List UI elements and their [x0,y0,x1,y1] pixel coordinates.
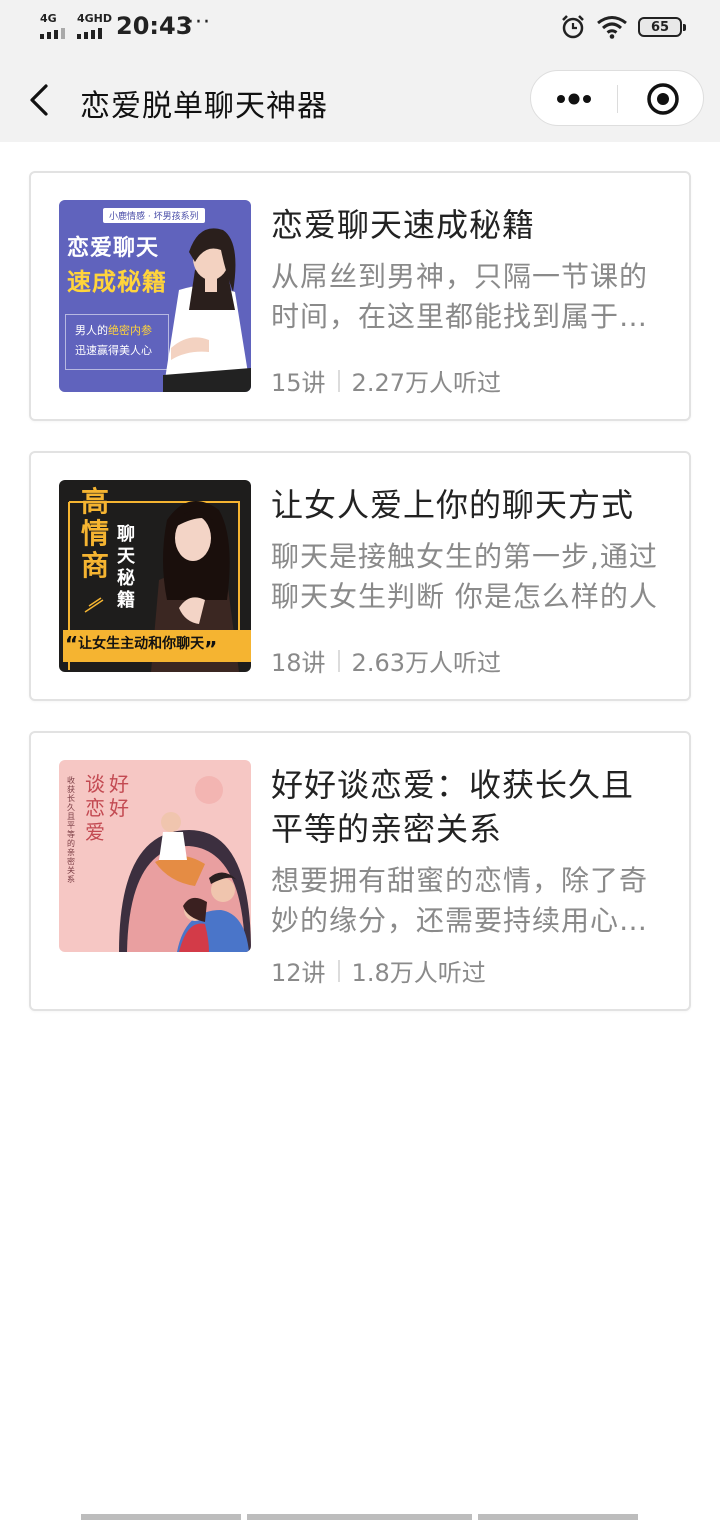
more-dots-icon [557,93,591,105]
nav-bar: 恋爱脱单聊天神器 [0,56,720,142]
cover-banner-label: 让女生主动和你聊天 [78,636,205,652]
course-description: 想要拥有甜蜜的恋情，除了奇妙的缘分，还需要持续用心的经营 [271,864,649,937]
battery-level: 65 [650,19,670,35]
cover-quote-highlight: 绝密内参 [108,324,152,337]
gesture-bar-segment [81,1514,241,1520]
network-type-sim2: 4GHD [77,12,113,25]
cover-side-text: 聊天秘籍 [117,524,135,611]
cover-headline-1: 恋爱聊天 [67,236,160,261]
lesson-count: 15讲 [271,369,326,397]
chevron-left-icon [30,84,48,116]
listener-count: 2.63万人听过 [351,649,501,677]
listener-count: 1.8万人听过 [351,959,486,987]
status-bar: 4G 4GHD 20:43 ··· 65 [0,0,720,56]
lesson-count: 18讲 [271,649,326,677]
gesture-bar-segment [478,1514,638,1520]
course-thumbnail: 好好 谈恋爱 收获长久且平等的亲密关系 [59,760,251,952]
meta-divider [337,959,340,982]
course-card[interactable]: 高情商 聊天秘籍 “让女生主动和你聊天” 让女人爱上你的聊天方式 聊天是接触女生… [29,451,691,701]
cover-quote-prefix: 男人的 [75,324,108,337]
cover-banner-text: “让女生主动和你聊天” [65,632,249,661]
cover-title-col-1: 好好 [109,772,129,820]
network-type-sim1: 4G [40,12,57,25]
status-more-indicator: ··· [187,10,211,35]
cover-big-text: 高情商 [81,485,110,582]
back-button[interactable] [22,80,62,120]
more-menu-button[interactable] [531,71,617,125]
close-miniprogram-button[interactable] [618,71,704,125]
cover-quote-line-2: 迅速赢得美人心 [75,344,152,357]
alarm-icon [562,15,584,39]
cover-series-tag: 小鹿情感 · 坏男孩系列 [103,208,205,223]
course-title: 恋爱聊天速成秘籍 [271,206,536,244]
status-time: 20:43 [116,12,193,40]
miniprogram-capsule [530,70,704,126]
cover-quote-line-1: 男人的绝密内参 [75,322,152,338]
cover-headline-2: 速成秘籍 [67,268,167,296]
listener-count: 2.27万人听过 [351,369,501,397]
course-card[interactable]: 好好 谈恋爱 收获长久且平等的亲密关系 好好谈恋爱：收获长久且平等的亲密关系 想… [29,731,691,1011]
course-meta: 18讲 2.63万人听过 [271,643,501,678]
cover-subtitle: 收获长久且平等的亲密关系 [67,776,75,884]
quote-open-glyph: “ [65,632,79,656]
course-meta: 15讲 2.27万人听过 [271,363,501,398]
gesture-bar-segment [247,1514,472,1520]
lesson-count: 12讲 [271,959,326,987]
meta-divider [337,649,340,672]
course-title: 让女人爱上你的聊天方式 [271,486,635,524]
course-card[interactable]: 小鹿情感 · 坏男孩系列 恋爱聊天 速成秘籍 男人的绝密内参 迅速赢得美人心 恋… [29,171,691,421]
cover-title-col-2: 谈恋爱 [85,772,105,844]
course-title: 好好谈恋爱：收获长久且平等的亲密关系 [271,766,635,848]
course-description: 聊天是接触女生的第一步,通过聊天女生判断 你是怎么样的人 [271,540,658,613]
wifi-icon [597,16,627,39]
battery-indicator: 65 [638,17,686,37]
course-thumbnail: 小鹿情感 · 坏男孩系列 恋爱聊天 速成秘籍 男人的绝密内参 迅速赢得美人心 [59,200,251,392]
course-thumbnail: 高情商 聊天秘籍 “让女生主动和你聊天” [59,480,251,672]
target-close-icon [647,83,679,115]
page-title: 恋爱脱单聊天神器 [80,89,328,124]
course-meta: 12讲 1.8万人听过 [271,953,486,988]
quote-close-glyph: ” [204,637,218,661]
meta-divider [337,369,340,392]
course-description: 从屌丝到男神，只隔一节课的时间，在这里都能找到属于你的 [271,260,649,333]
